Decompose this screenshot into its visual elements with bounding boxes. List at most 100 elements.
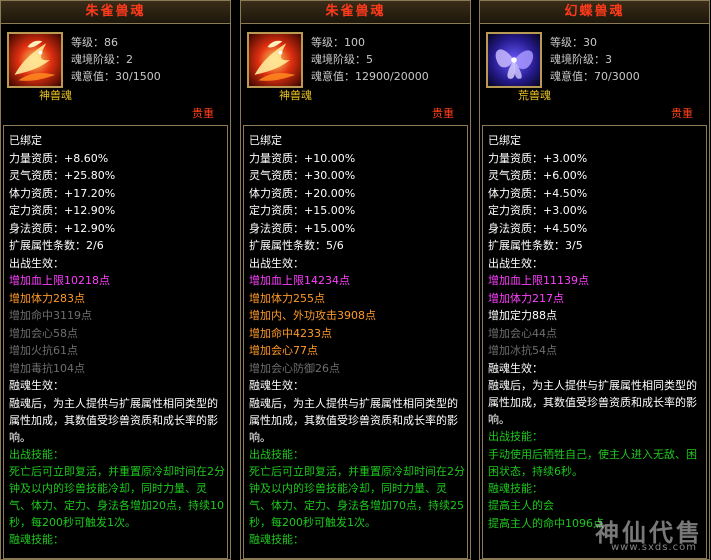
tier-row: 魂境阶级：5 [311, 51, 429, 68]
attribute-line: 融魂生效： [488, 361, 543, 375]
soul-stats: 等级：30 魂境阶级：3 魂意值：70/3000 [550, 34, 640, 85]
attribute-line: 力量资质：+3.00% [488, 151, 588, 165]
attribute-line: 体力资质：+17.20% [9, 186, 116, 200]
attribute-line: 出战技能： [9, 447, 64, 461]
attribute-list: 已绑定力量资质：+10.00% 灵气资质：+30.00% 体力资质：+20.00% 定… [243, 125, 468, 559]
phantom-butterfly-icon [486, 32, 542, 88]
level-label: 等级： [71, 36, 104, 49]
attribute-line: 增加毒抗104点 [9, 361, 85, 375]
attribute-line: 扩展属性条数：3/5 [488, 239, 583, 252]
attribute-line: 力量资质：+8.60% [9, 151, 109, 165]
will-label: 魂意值： [71, 70, 115, 83]
vermilion-bird-icon [7, 32, 63, 88]
beast-soul-tooltip-2: 朱雀兽魂 等级：100 魂境阶级：5 魂意值：12900/20000 神兽魂 贵重 已绑定力… [240, 0, 471, 560]
attribute-line: 定力资质：+12.90% [9, 204, 116, 217]
will-label: 魂意值： [550, 70, 594, 83]
attribute-line: 增加血上限10218点 [9, 274, 110, 287]
level-value: 30 [583, 36, 597, 49]
attribute-line: 增加火抗61点 [9, 344, 78, 357]
attribute-line: 身法资质：+4.50% [488, 221, 588, 235]
attribute-line: 增加体力217点 [488, 291, 564, 305]
tooltip-title: 朱雀兽魂 [1, 1, 230, 24]
attribute-line: 死亡后可立即复活，并重置原冷却时间在2分钟及以内的珍兽技能冷却，同时力量、灵气、… [249, 465, 465, 529]
attribute-line: 体力资质：+20.00% [249, 186, 356, 200]
vermilion-bird-icon [247, 32, 303, 88]
attribute-line: 增加体力283点 [9, 291, 85, 305]
attribute-line: 融魂后，为主人提供与扩展属性相同类型的属性加成，其数值受珍兽资质和成长率的影响。 [488, 379, 697, 426]
level-label: 等级： [311, 36, 344, 49]
attribute-line: 扩展属性条数：2/6 [9, 239, 104, 252]
attribute-line: 灵气资质：+6.00% [488, 169, 588, 182]
rarity-badge: 贵重 [671, 107, 693, 120]
beast-soul-tooltip-1: 朱雀兽魂 等级：86 魂境阶级：2 魂意值：30/1500 神兽魂 贵重 已绑定 力量资质：+… [0, 0, 231, 560]
level-label: 等级： [550, 36, 583, 49]
attribute-line: 出战生效： [488, 256, 543, 270]
tier-row: 魂境阶级：3 [550, 51, 640, 68]
tooltip-title: 幻蝶兽魂 [480, 1, 709, 24]
soul-type: 神兽魂 [279, 89, 312, 102]
attribute-line: 增加会心防御26点 [249, 361, 340, 375]
attribute-line: 增加血上限11139点 [488, 274, 589, 287]
will-row: 魂意值：30/1500 [71, 68, 161, 85]
level-value: 86 [104, 36, 118, 49]
attribute-line: 融魂后，为主人提供与扩展属性相同类型的属性加成，其数值受珍兽资质和成长率的影响。 [9, 396, 218, 444]
attribute-line: 定力资质：+15.00% [249, 204, 356, 217]
attribute-line: 增加命中3119点 [9, 309, 92, 322]
attribute-line: 增加冰抗54点 [488, 344, 557, 357]
level-row: 等级：86 [71, 34, 161, 51]
attribute-line: 出战技能： [488, 430, 543, 443]
attribute-list: 已绑定 力量资质：+3.00% 灵气资质：+6.00% 体力资质：+4.50% 定力资质… [482, 125, 707, 559]
soul-type: 荒兽魂 [518, 89, 551, 102]
attribute-line: 身法资质：+12.90% [9, 221, 116, 235]
attribute-line: 融魂技能： [249, 533, 304, 546]
attribute-list: 已绑定力量资质：+8.60% 灵气资质：+25.80% 体力资质：+17.20% 定力… [3, 125, 228, 559]
attribute-line: 死亡后可立即复活，并重置原冷却时间在2分钟及以内的珍兽技能冷却，同时力量、灵气、… [9, 465, 225, 529]
attribute-line: 定力资质：+3.00% [488, 204, 588, 217]
tooltip-title: 朱雀兽魂 [241, 1, 470, 24]
will-label: 魂意值： [311, 70, 355, 83]
will-row: 魂意值：12900/20000 [311, 68, 429, 85]
level-row: 等级：100 [311, 34, 429, 51]
attribute-line: 已绑定 [249, 134, 282, 147]
attribute-line: 已绑定 [9, 134, 42, 147]
will-value: 70/3000 [594, 70, 640, 83]
tier-value: 3 [605, 53, 612, 66]
attribute-line: 增加会心58点 [9, 326, 78, 340]
attribute-line: 融魂后，为主人提供与扩展属性相同类型的属性加成，其数值受珍兽资质和成长率的影响。 [249, 396, 458, 444]
will-row: 魂意值：70/3000 [550, 68, 640, 85]
attribute-line: 扩展属性条数：5/6 [249, 239, 344, 252]
attribute-line: 增加会心77点 [249, 344, 318, 357]
soul-type: 神兽魂 [39, 89, 72, 102]
attribute-line: 提高主人的会 [488, 499, 554, 512]
attribute-line: 融魂技能： [488, 481, 543, 495]
attribute-line: 体力资质：+4.50% [488, 186, 588, 200]
attribute-line: 融魂技能： [9, 533, 64, 546]
attribute-line: 增加定力88点 [488, 309, 557, 322]
will-value: 30/1500 [115, 70, 161, 83]
tooltip-header: 等级：30 魂境阶级：3 魂意值：70/3000 [480, 24, 709, 109]
attribute-line: 增加命中4233点 [249, 326, 332, 340]
tier-row: 魂境阶级：2 [71, 51, 161, 68]
attribute-line: 融魂生效： [9, 379, 64, 392]
tooltip-header: 等级：100 魂境阶级：5 魂意值：12900/20000 [241, 24, 470, 109]
attribute-line: 力量资质：+10.00% [249, 151, 356, 165]
attribute-line: 增加会心44点 [488, 326, 557, 340]
watermark-url: www.sxds.com [610, 542, 697, 553]
attribute-line: 手动使用后牺牲自己，使主人进入无敌、困困状态，持续6秒。 [488, 447, 697, 478]
tooltip-header: 等级：86 魂境阶级：2 魂意值：30/1500 [1, 24, 230, 109]
level-value: 100 [344, 36, 365, 49]
tier-label: 魂境阶级： [311, 53, 366, 66]
rarity-badge: 贵重 [432, 107, 454, 120]
soul-stats: 等级：100 魂境阶级：5 魂意值：12900/20000 [311, 34, 429, 85]
attribute-line: 灵气资质：+30.00% [249, 169, 356, 182]
attribute-line: 增加内、外功攻击3908点 [249, 309, 376, 322]
beast-soul-tooltip-3: 幻蝶兽魂 等级：30 魂境阶级：3 魂意值：70/3000 荒兽魂 贵重 已绑定 力量资质：+… [479, 0, 710, 560]
tier-label: 魂境阶级： [550, 53, 605, 66]
tier-value: 2 [126, 53, 133, 66]
attribute-line: 出战生效： [9, 256, 64, 270]
attribute-line: 增加血上限14234点 [249, 274, 350, 287]
attribute-line: 融魂生效： [249, 379, 304, 392]
tier-label: 魂境阶级： [71, 53, 126, 66]
attribute-line: 灵气资质：+25.80% [9, 169, 116, 182]
attribute-line: 出战技能： [249, 447, 304, 461]
